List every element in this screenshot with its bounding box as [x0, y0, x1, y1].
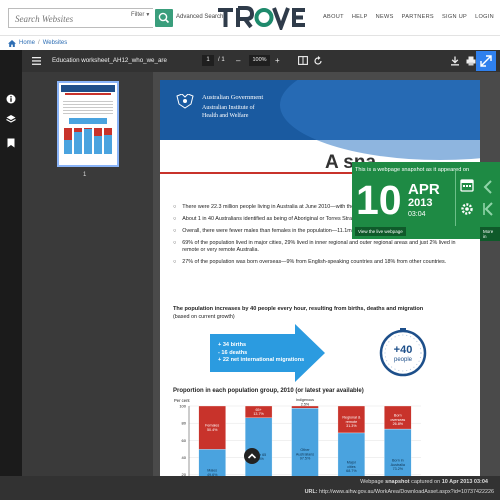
- capture-prefix: Webpage: [360, 479, 384, 485]
- layers-icon[interactable]: [6, 114, 16, 124]
- gov-name: Australian Government: [202, 94, 264, 101]
- capture-snapshot-word: snapshot: [385, 479, 410, 485]
- pdf-toolbar: Education worksheet_AH12_who_we_are 1 / …: [22, 50, 500, 72]
- fact-5: 27% of the population was born overseas—…: [182, 259, 447, 265]
- filter-label: Filter: [131, 12, 145, 18]
- filter-dropdown[interactable]: Filter▼: [131, 12, 150, 18]
- births-item: + 34 births: [218, 342, 247, 348]
- page-separator: /: [218, 57, 220, 63]
- menu-icon[interactable]: [32, 57, 41, 65]
- expand-icon: [480, 55, 492, 67]
- scroll-up-button[interactable]: [244, 448, 260, 464]
- zoom-out-button[interactable]: –: [236, 55, 240, 66]
- growth-subtitle: (based on current growth): [173, 314, 235, 320]
- indigenous-annotation: Indigenous 2.5%: [296, 398, 314, 406]
- nav-partners[interactable]: PARTNERS: [402, 14, 434, 20]
- arrow-items: + 34 births - 16 deaths + 22 net interna…: [218, 342, 304, 365]
- calendar-icon[interactable]: [460, 178, 474, 192]
- chevron-up-icon: [247, 453, 257, 459]
- snapshot-year: 2013: [408, 197, 433, 209]
- view-live-webpage-button[interactable]: View the live webpage: [355, 227, 406, 236]
- gov-agency-line2: Health and Welfare: [202, 113, 249, 119]
- caret-down-icon: ▼: [145, 12, 151, 18]
- snapshot-divider: [455, 170, 456, 226]
- more-info-button[interactable]: More in: [480, 227, 500, 241]
- growth-title: The population increases by 40 people ev…: [173, 306, 424, 312]
- breadcrumb-home[interactable]: Home: [19, 40, 35, 46]
- snapshot-month: APR: [408, 181, 440, 198]
- pdf-viewer: Education worksheet_AH12_who_we_are 1 / …: [0, 50, 500, 500]
- y-tick-label: 60: [182, 438, 187, 443]
- zoom-in-button[interactable]: +: [275, 55, 280, 66]
- fact-4: 69% of the population lived in major cit…: [182, 240, 456, 253]
- previous-snapshot-icon[interactable]: [482, 180, 494, 194]
- search-input[interactable]: [9, 10, 129, 28]
- capture-date: 10 Apr 2013 03:04: [441, 479, 488, 485]
- breadcrumb-separator: /: [38, 40, 40, 46]
- info-icon[interactable]: [6, 94, 16, 104]
- thumbnail-page-label: 1: [83, 172, 87, 178]
- page-thumbnail[interactable]: [57, 81, 119, 167]
- capture-date-text: Webpage snapshot captured on 10 Apr 2013…: [360, 479, 488, 485]
- clock-value: +40: [393, 344, 413, 356]
- coat-of-arms-icon: [176, 94, 194, 109]
- search-button[interactable]: [155, 9, 173, 27]
- document-title: Education worksheet_AH12_who_we_are: [52, 57, 167, 64]
- rotate-icon[interactable]: [313, 56, 323, 66]
- download-icon[interactable]: [450, 56, 460, 66]
- capture-url[interactable]: http://www.aihw.gov.au/WorkArea/Download…: [319, 489, 494, 495]
- migration-item: + 22 net international migrations: [218, 357, 305, 363]
- nav-help[interactable]: HELP: [352, 14, 368, 20]
- thumbnail-pane: 1: [22, 72, 153, 500]
- y-axis-label: Per cent: [174, 398, 190, 403]
- advanced-search-link[interactable]: Advanced Search: [176, 14, 223, 20]
- header-wave: [280, 80, 480, 160]
- nav-sign-up[interactable]: SIGN UP: [442, 14, 467, 20]
- home-icon: [8, 39, 16, 47]
- breadcrumb-websites[interactable]: Websites: [43, 40, 68, 46]
- capture-url-text: URL: http://www.aihw.gov.au/WorkArea/Dow…: [305, 489, 494, 495]
- print-icon[interactable]: [466, 56, 476, 66]
- snapshot-banner: This is a webpage snapshot as it appeare…: [352, 162, 500, 241]
- top-bar: Filter▼ Advanced Search ABOU: [0, 0, 500, 36]
- snapshot-message: This is a webpage snapshot as it appeare…: [355, 167, 470, 173]
- page-number-input[interactable]: 1: [202, 55, 214, 66]
- main-nav: ABOUT HELP NEWS PARTNERS SIGN UP LOGIN: [323, 14, 494, 20]
- y-tick-label: 40: [182, 455, 187, 460]
- trove-logo[interactable]: [218, 6, 311, 33]
- y-tick-label: 80: [182, 421, 187, 426]
- zoom-level[interactable]: 100%: [249, 55, 270, 66]
- y-tick-label: 100: [179, 403, 186, 408]
- settings-icon[interactable]: [460, 202, 474, 216]
- page-total: / 1: [218, 57, 225, 63]
- page-header-band: Australian Government Australian Institu…: [160, 80, 480, 160]
- left-rail: [0, 50, 22, 500]
- fit-page-icon[interactable]: [298, 56, 308, 65]
- capture-mid: captured on: [411, 479, 441, 485]
- gov-agency-line1: Australian Institute of: [202, 105, 255, 111]
- bookmark-icon[interactable]: [7, 138, 15, 148]
- deaths-item: - 16 deaths: [218, 349, 248, 356]
- fullscreen-button[interactable]: [476, 51, 496, 71]
- segment-label-upper: Females 50.4%: [205, 424, 219, 432]
- bar-segment-upper: [291, 405, 319, 409]
- clock-unit: people: [393, 357, 413, 363]
- document-page: Australian Government Australian Institu…: [160, 80, 480, 500]
- page-count: 1: [221, 57, 225, 63]
- nav-news[interactable]: NEWS: [376, 14, 394, 20]
- nav-about[interactable]: ABOUT: [323, 14, 344, 20]
- nav-login[interactable]: LOGIN: [475, 14, 494, 20]
- capture-info-bar: Webpage snapshot captured on 10 Apr 2013…: [0, 476, 500, 500]
- snapshot-day: 10: [356, 177, 402, 223]
- snapshot-time: 03:04: [408, 211, 426, 218]
- url-label: URL:: [304, 489, 318, 495]
- first-snapshot-icon[interactable]: [482, 202, 494, 216]
- breadcrumb: Home / Websites: [8, 38, 67, 48]
- search-icon: [158, 12, 170, 24]
- chart-title: Proportion in each population group, 201…: [173, 388, 364, 394]
- search-box: [8, 8, 153, 28]
